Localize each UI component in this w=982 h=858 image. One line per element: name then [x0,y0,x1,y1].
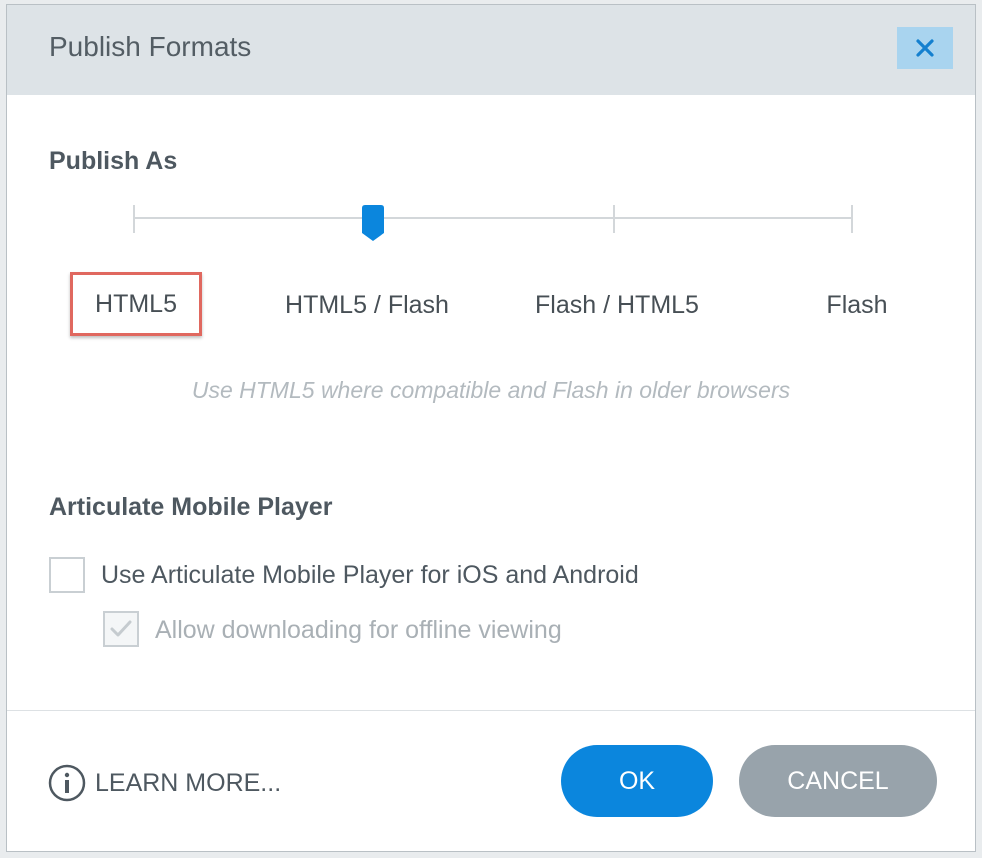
use-mobile-player-label: Use Articulate Mobile Player for iOS and… [101,561,639,589]
format-description: Use HTML5 where compatible and Flash in … [191,377,791,403]
publish-as-heading: Publish As [49,147,178,175]
publish-formats-dialog: Publish Formats Publish As HTML5 HTML5 /… [6,4,976,852]
slider-tick [851,205,853,233]
slider-tick [613,205,615,233]
checkmark-icon [110,620,132,637]
format-option-label: HTML5 [95,289,177,318]
format-option-html5-flash[interactable]: HTML5 / Flash [277,291,457,320]
use-mobile-player-checkbox[interactable] [49,557,85,593]
info-icon [48,764,86,802]
publish-format-slider[interactable] [133,205,853,245]
footer-divider [7,710,975,711]
slider-thumb[interactable] [362,205,384,241]
allow-download-checkbox[interactable] [103,611,139,647]
slider-track [133,217,853,219]
mobile-player-heading: Articulate Mobile Player [49,493,333,521]
format-option-flash-html5[interactable]: Flash / HTML5 [527,291,707,320]
dialog-titlebar: Publish Formats [7,5,975,95]
close-icon [916,39,934,57]
cancel-button[interactable]: CANCEL [739,745,937,817]
learn-more-label: LEARN MORE... [95,768,282,797]
format-option-html5[interactable]: HTML5 [70,272,202,336]
dialog-title: Publish Formats [49,31,252,62]
ok-button-label: OK [618,766,656,795]
format-option-flash[interactable]: Flash [807,291,907,320]
close-button[interactable] [897,27,953,69]
ok-button[interactable]: OK [561,745,713,817]
learn-more-link[interactable]: LEARN MORE... [47,763,281,803]
allow-download-label: Allow downloading for offline viewing [155,616,562,644]
slider-tick [133,205,135,233]
cancel-button-label: CANCEL [787,766,889,795]
